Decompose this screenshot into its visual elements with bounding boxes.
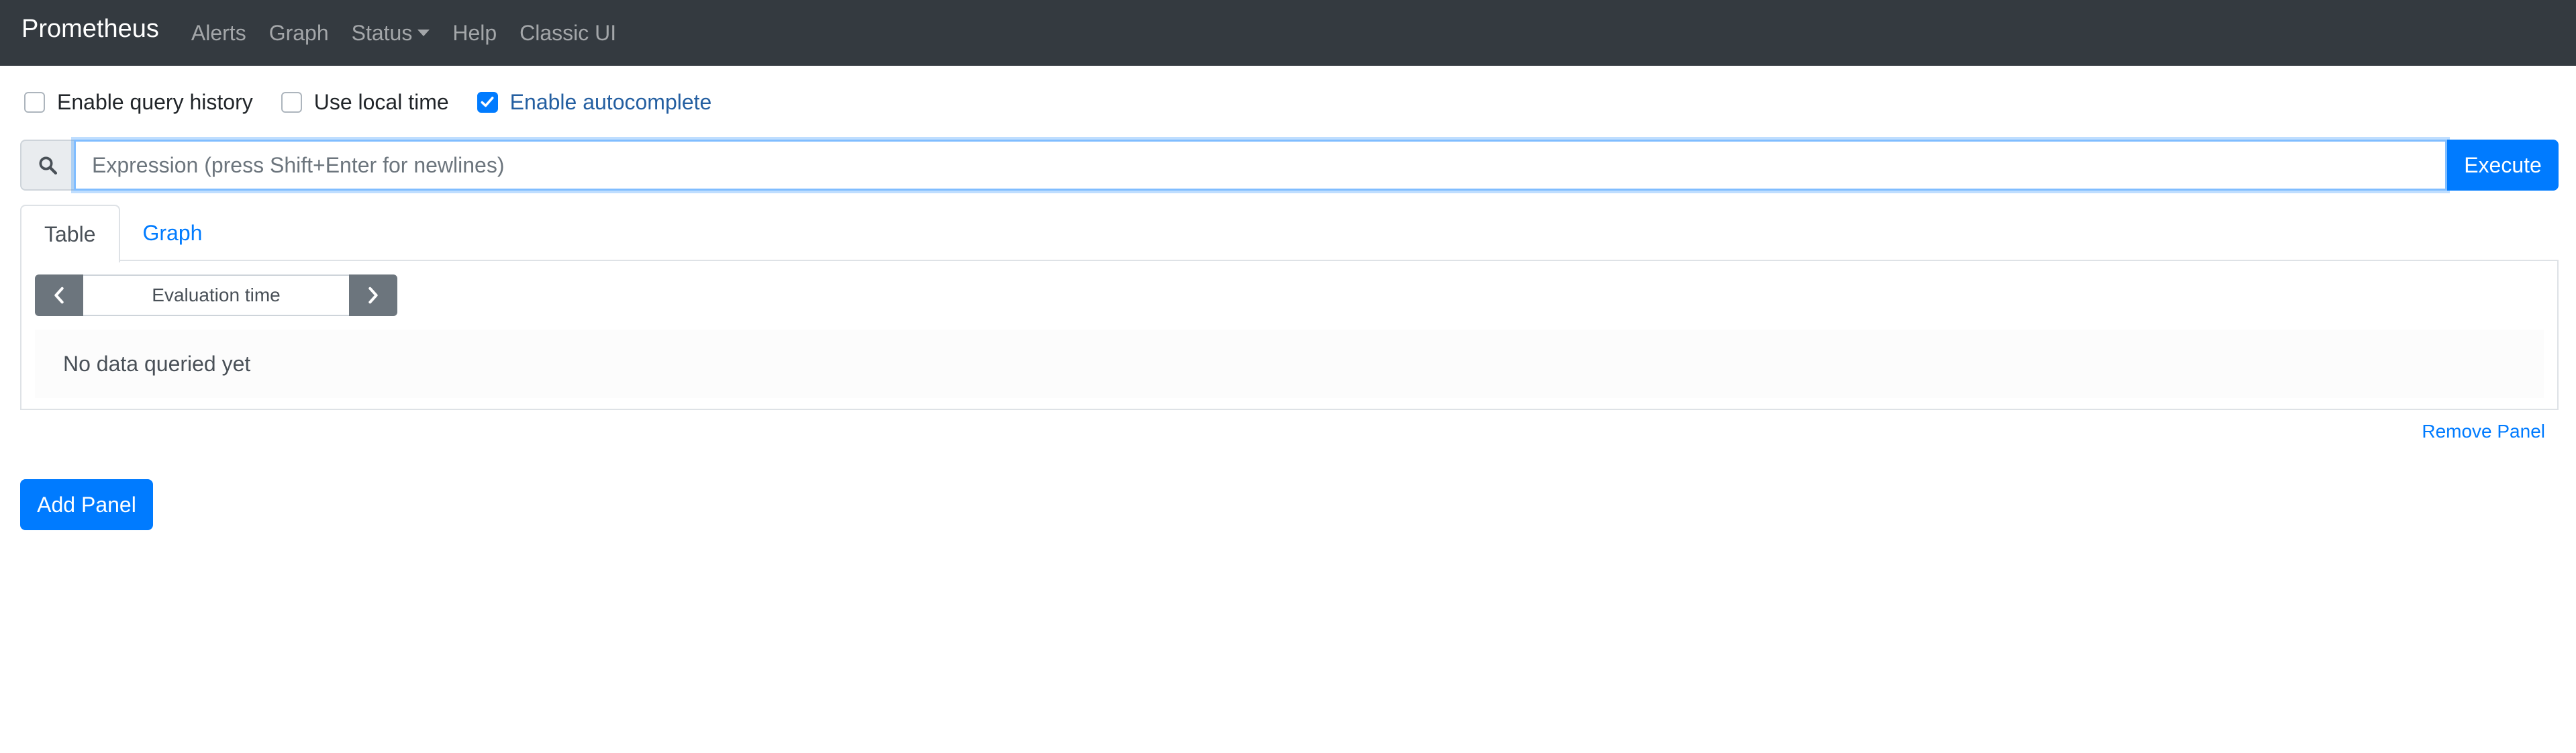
checkmark-icon bbox=[481, 97, 494, 107]
brand-logo-link[interactable]: Prometheus bbox=[21, 15, 159, 44]
search-icon-prepend bbox=[20, 140, 74, 191]
nav-link-help[interactable]: Help bbox=[452, 21, 497, 46]
autocomplete-checkbox[interactable] bbox=[477, 91, 498, 113]
next-time-button[interactable] bbox=[349, 274, 397, 316]
evaluation-time-input[interactable] bbox=[83, 274, 349, 316]
autocomplete-option[interactable]: Enable autocomplete bbox=[477, 90, 712, 115]
remove-panel-link[interactable]: Remove Panel bbox=[2422, 421, 2545, 442]
expression-input-group: Execute bbox=[20, 140, 2559, 191]
caret-down-icon bbox=[417, 30, 430, 36]
empty-results-message: No data queried yet bbox=[63, 351, 251, 376]
autocomplete-label[interactable]: Enable autocomplete bbox=[510, 90, 712, 115]
search-icon bbox=[39, 156, 58, 175]
tab-table[interactable]: Table bbox=[20, 205, 120, 262]
local-time-option[interactable]: Use local time bbox=[281, 90, 449, 115]
local-time-label[interactable]: Use local time bbox=[314, 90, 449, 115]
nav-link-graph[interactable]: Graph bbox=[269, 21, 329, 46]
add-panel-button[interactable]: Add Panel bbox=[20, 479, 153, 530]
results-table-area: No data queried yet bbox=[35, 330, 2544, 398]
nav-dropdown-status[interactable]: Status bbox=[352, 21, 430, 46]
local-time-checkbox[interactable] bbox=[281, 91, 302, 113]
expression-input[interactable] bbox=[74, 140, 2447, 191]
chevron-left-icon bbox=[54, 287, 64, 304]
query-history-option[interactable]: Enable query history bbox=[24, 90, 253, 115]
previous-time-button[interactable] bbox=[35, 274, 83, 316]
query-history-label[interactable]: Enable query history bbox=[57, 90, 253, 115]
top-navbar: Prometheus Alerts Graph Status Help Clas… bbox=[0, 0, 2576, 66]
tab-graph[interactable]: Graph bbox=[120, 205, 226, 261]
nav-link-classic-ui[interactable]: Classic UI bbox=[519, 21, 616, 46]
query-options: Enable query history Use local time Enab… bbox=[24, 88, 740, 116]
panel-body: No data queried yet bbox=[20, 260, 2559, 410]
nav-link-alerts[interactable]: Alerts bbox=[191, 21, 246, 46]
evaluation-time-group bbox=[35, 274, 397, 316]
chevron-right-icon bbox=[368, 287, 378, 304]
query-history-checkbox[interactable] bbox=[24, 91, 45, 113]
panel-tabs: Table Graph bbox=[20, 205, 226, 262]
execute-button[interactable]: Execute bbox=[2447, 140, 2559, 191]
nav-dropdown-status-label: Status bbox=[351, 20, 413, 45]
